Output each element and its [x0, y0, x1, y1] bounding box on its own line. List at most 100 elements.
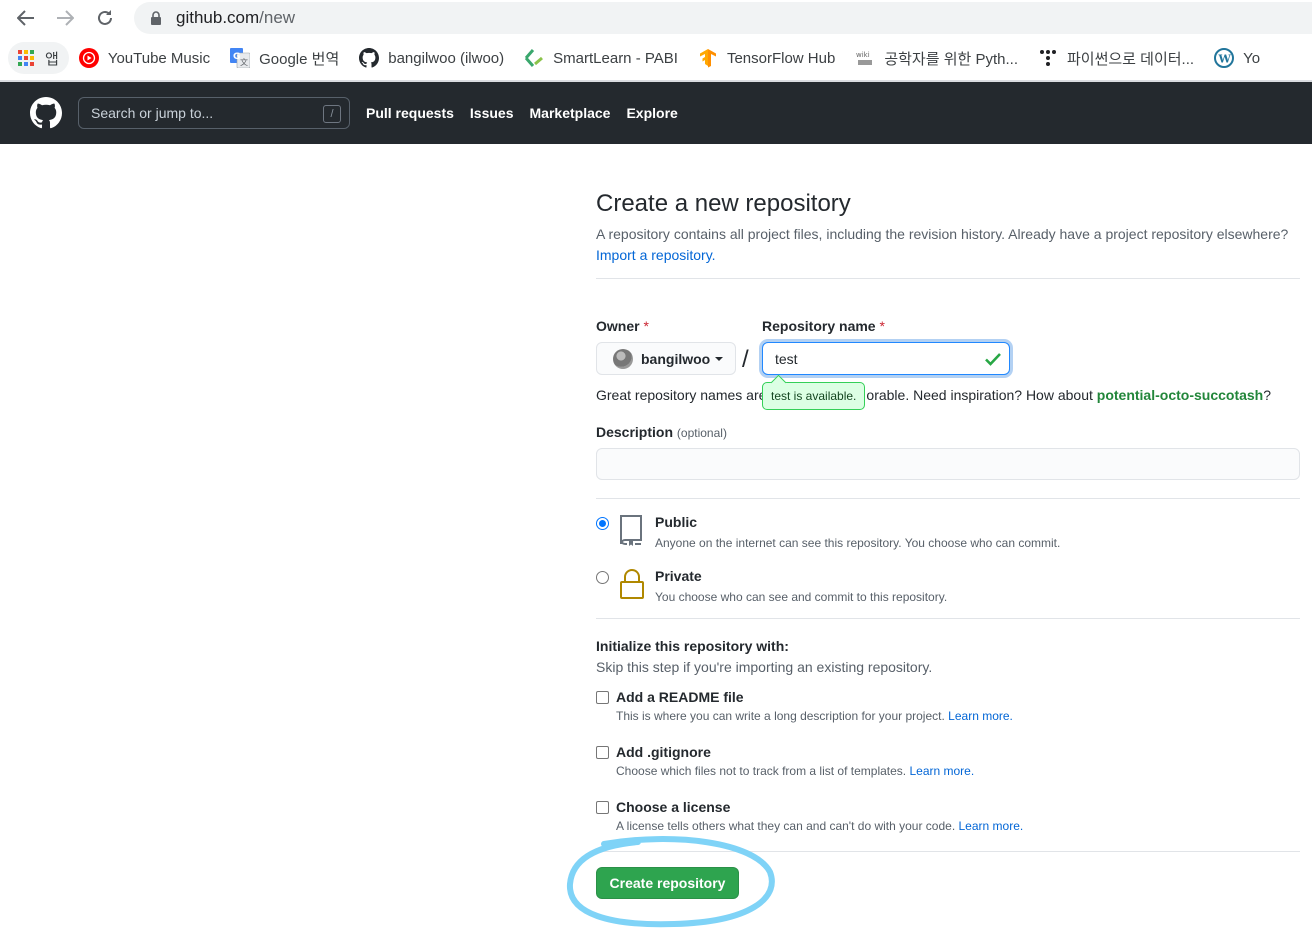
public-text: Public Anyone on the internet can see th… [655, 514, 1060, 550]
readme-note-text: This is where you can write a long descr… [616, 709, 945, 723]
bookmark-label: bangilwoo (ilwoo) [388, 49, 505, 67]
caret-down-icon [715, 356, 724, 361]
bookmarks-bar: 앱 YouTube Music G文 Google 번역 bangilwoo (… [0, 36, 1312, 80]
import-repository-link[interactable]: Import a repository. [596, 247, 716, 263]
lock-icon [620, 569, 644, 599]
github-header: Search or jump to... / Pull requests Iss… [0, 82, 1312, 144]
owner-label-text: Owner [596, 318, 640, 334]
header-search-input[interactable]: Search or jump to... / [78, 97, 350, 129]
gitignore-title: Add .gitignore [616, 744, 711, 760]
bookmark-label: 파이썬으로 데이터... [1066, 50, 1195, 68]
github-icon [359, 48, 380, 68]
license-note-text: A license tells others what they can and… [616, 819, 956, 833]
license-note: A license tells others what they can and… [616, 819, 1023, 833]
description-label-text: Description [596, 424, 674, 440]
owner-label: Owner * [596, 318, 649, 334]
bookmark-tensorflow-hub[interactable]: TensorFlow Hub [688, 42, 845, 74]
owner-name: bangilwoo [641, 350, 711, 367]
search-placeholder: Search or jump to... [91, 105, 214, 121]
description-label: Description (optional) [596, 424, 727, 440]
arrow-left-icon [17, 10, 34, 26]
private-note: You choose who can see and commit to thi… [655, 590, 948, 604]
bookmark-google-translate[interactable]: G文 Google 번역 [220, 42, 349, 74]
bookmark-label: Yo [1243, 49, 1261, 67]
bookmark-python-engineers[interactable]: wiki 공학자를 위한 Pyth... [845, 42, 1028, 74]
learn-more-link[interactable]: Learn more. [948, 709, 1013, 723]
dots-icon [1038, 48, 1058, 68]
required-mark: * [879, 318, 885, 334]
learn-more-link[interactable]: Learn more. [959, 819, 1024, 833]
nav-pull-requests[interactable]: Pull requests [366, 105, 454, 121]
github-logo-icon[interactable] [30, 97, 62, 129]
tensorflow-icon [698, 48, 718, 68]
public-note: Anyone on the internet can see this repo… [655, 536, 1061, 550]
address-bar[interactable]: github.com/new [134, 2, 1312, 34]
check-icon [985, 353, 1001, 366]
private-radio[interactable] [596, 571, 609, 584]
public-radio[interactable] [596, 517, 609, 530]
owner-repo-separator: / [742, 346, 749, 373]
page-title: Create a new repository [596, 190, 851, 217]
repo-name-label-text: Repository name [762, 318, 876, 334]
divider [596, 618, 1300, 619]
required-mark: * [643, 318, 649, 334]
repo-name-hint: Great repository names are orable. Need i… [596, 387, 1271, 403]
forward-button[interactable] [52, 6, 78, 30]
nav-explore[interactable]: Explore [626, 105, 677, 121]
smartlearn-icon [524, 48, 544, 68]
gitignore-checkbox[interactable] [596, 746, 609, 759]
wiki-icon: wiki [855, 48, 875, 68]
youtube-music-icon [78, 48, 99, 68]
learn-more-link[interactable]: Learn more. [909, 764, 974, 778]
subhead-text: A repository contains all project files,… [596, 226, 1289, 242]
license-title: Choose a license [616, 799, 731, 815]
readme-checkbox[interactable] [596, 691, 609, 704]
hint-end: orable. Need inspiration? How about [866, 387, 1093, 403]
owner-dropdown[interactable]: bangilwoo [596, 342, 736, 375]
arrow-right-icon [57, 10, 74, 26]
apps-grid-icon [16, 48, 36, 68]
create-repository-button[interactable]: Create repository [596, 867, 739, 899]
readme-note: This is where you can write a long descr… [616, 709, 1013, 723]
hint-qmark: ? [1263, 387, 1272, 403]
back-button[interactable] [13, 6, 39, 30]
lock-icon [151, 11, 161, 25]
url-text: github.com/new [176, 8, 295, 28]
nav-issues[interactable]: Issues [470, 105, 514, 121]
init-section-note: Skip this step if you're importing an ex… [596, 659, 933, 675]
reload-icon [98, 10, 112, 25]
repository-name-input[interactable] [762, 342, 1010, 375]
bookmark-python-data[interactable]: 파이썬으로 데이터... [1028, 42, 1204, 74]
svg-text:W: W [1218, 53, 1232, 66]
visibility-private-option[interactable]: Private You choose who can see and commi… [596, 568, 947, 604]
bookmark-label: 공학자를 위한 Pyth... [884, 50, 1018, 68]
bookmark-github-profile[interactable]: bangilwoo (ilwoo) [349, 42, 514, 74]
gitignore-note-text: Choose which files not to track from a l… [616, 764, 907, 778]
url-path: /new [259, 8, 296, 27]
visibility-public-option[interactable]: Public Anyone on the internet can see th… [596, 514, 1060, 550]
url-host: github.com [176, 8, 260, 27]
avatar [613, 348, 633, 369]
reload-button[interactable] [92, 6, 118, 30]
bookmark-youtube-music[interactable]: YouTube Music [69, 42, 220, 74]
divider [596, 278, 1300, 279]
bookmark-label: Google 번역 [259, 50, 340, 68]
bookmark-smartlearn[interactable]: SmartLearn - PABI [514, 42, 688, 74]
license-checkbox[interactable] [596, 801, 609, 814]
readme-title: Add a README file [616, 689, 744, 705]
nav-marketplace[interactable]: Marketplace [530, 105, 611, 121]
gitignore-note: Choose which files not to track from a l… [616, 764, 974, 778]
bookmark-label: SmartLearn - PABI [553, 49, 678, 67]
search-shortcut-hint: / [323, 105, 341, 123]
private-text: Private You choose who can see and commi… [655, 568, 947, 604]
description-input[interactable] [596, 448, 1300, 480]
browser-toolbar: github.com/new [0, 0, 1312, 36]
name-suggestion-link[interactable]: potential-octo-succotash [1097, 387, 1263, 403]
repo-icon [620, 515, 642, 546]
init-section-title: Initialize this repository with: [596, 638, 789, 654]
divider [596, 498, 1300, 499]
bookmark-wordpress[interactable]: W Yo [1204, 42, 1270, 74]
bookmark-label: TensorFlow Hub [726, 49, 836, 67]
bookmark-apps[interactable]: 앱 [8, 42, 69, 74]
divider [596, 851, 1300, 852]
